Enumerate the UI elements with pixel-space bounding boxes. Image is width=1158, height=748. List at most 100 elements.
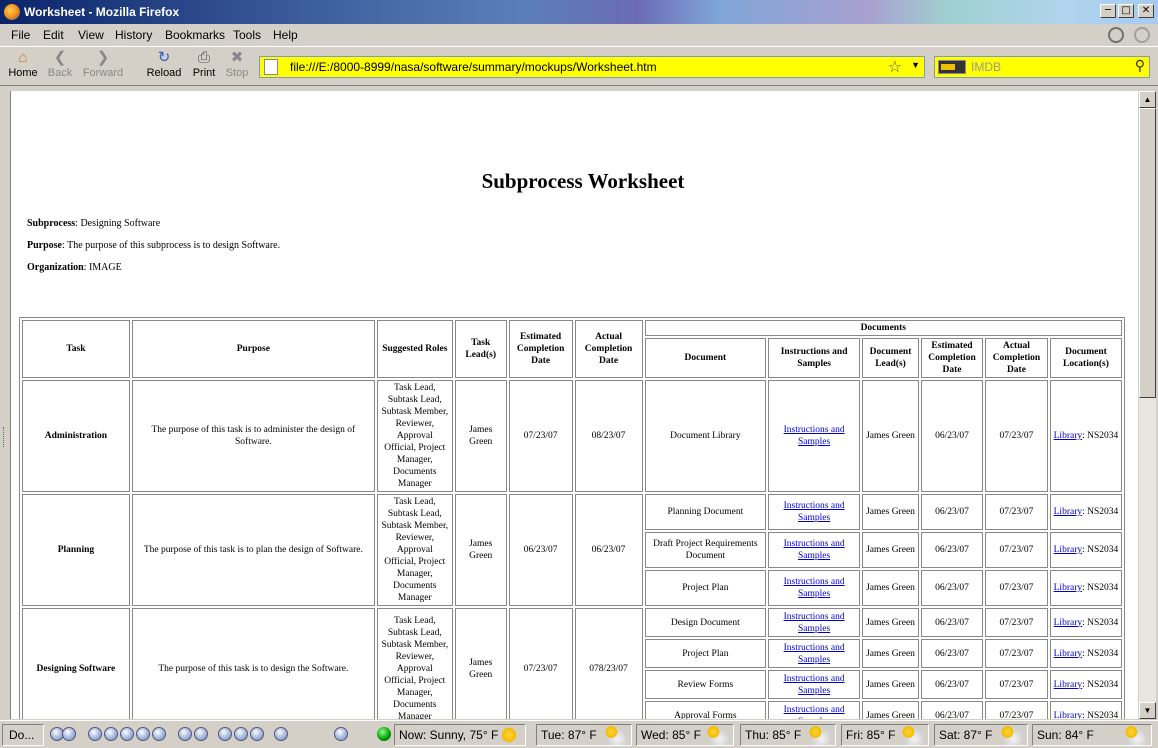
back-arrow-icon: ❮ <box>53 49 67 66</box>
weather-forecast-3[interactable]: Thu: 85° F <box>740 724 836 746</box>
search-magnifier-icon[interactable]: ⚲ <box>1135 58 1145 74</box>
instructions-link[interactable]: Instructions and Samples <box>784 612 845 634</box>
media-play-icon[interactable] <box>104 727 118 741</box>
instructions-link[interactable]: Instructions and Samples <box>784 643 845 665</box>
weather-forecast-1[interactable]: Tue: 87° F <box>536 724 632 746</box>
scroll-down-icon[interactable]: ▼ <box>1139 702 1156 719</box>
table-row: Designing Software The purpose of this ta… <box>22 608 1122 719</box>
library-link[interactable]: Library <box>1054 545 1083 555</box>
weather-label: Tue: 87° F <box>541 728 597 742</box>
menu-help[interactable]: Help <box>273 28 298 42</box>
weather-forecast-0[interactable]: Now: Sunny, 75° F <box>394 724 526 746</box>
instructions-link[interactable]: Instructions and Samples <box>784 705 845 720</box>
document-name-cell: Document Library <box>644 380 767 492</box>
weather-forecast-4[interactable]: Fri: 85° F <box>841 724 929 746</box>
document-location-cell: Library: NS2034 <box>1049 701 1122 720</box>
estimated-date-cell: 07/23/07 <box>508 608 573 719</box>
library-link[interactable]: Library <box>1054 618 1083 628</box>
header-documents: Documents <box>644 320 1122 336</box>
reload-button[interactable]: ↻ Reload <box>146 49 182 79</box>
menu-tools[interactable]: Tools <box>233 28 261 42</box>
scroll-thumb[interactable] <box>1139 108 1156 398</box>
menu-view[interactable]: View <box>78 28 104 42</box>
menu-bookmarks[interactable]: Bookmarks <box>165 28 225 42</box>
instructions-link[interactable]: Instructions and Samples <box>784 577 845 599</box>
task-cell: Planning <box>22 494 130 606</box>
close-button[interactable]: ✕ <box>1138 4 1154 18</box>
media-forward-icon[interactable] <box>152 727 166 741</box>
firefox-icon <box>4 4 20 20</box>
media-music-icon[interactable] <box>62 727 76 741</box>
sidebar-grip[interactable] <box>3 427 7 447</box>
library-link[interactable]: Library <box>1054 431 1083 441</box>
minimize-button[interactable]: ─ <box>1100 4 1116 18</box>
estimated-date-cell: 06/23/07 <box>508 494 573 606</box>
media-stop-icon[interactable] <box>136 727 150 741</box>
document-location-cell: Library: NS2034 <box>1049 608 1122 637</box>
media-pause-icon[interactable] <box>120 727 134 741</box>
media-up-icon[interactable] <box>234 727 248 741</box>
media-eject-icon[interactable] <box>218 727 232 741</box>
vertical-scrollbar[interactable]: ▲ ▼ <box>1139 91 1156 719</box>
weather-label: Thu: 85° F <box>745 728 802 742</box>
menu-history[interactable]: History <box>115 28 152 42</box>
document-actual-cell: 07/23/07 <box>984 670 1048 699</box>
network-status-icon[interactable] <box>377 727 391 741</box>
url-bar[interactable]: file:///E:/8000-8999/nasa/software/summa… <box>259 56 925 78</box>
menu-file[interactable]: File <box>11 28 30 42</box>
url-text[interactable]: file:///E:/8000-8999/nasa/software/summa… <box>290 60 657 74</box>
menu-edit[interactable]: Edit <box>43 28 64 42</box>
document-location-cell: Library: NS2034 <box>1049 532 1122 568</box>
document-name-cell: Design Document <box>644 608 767 637</box>
document-name-cell: Approval Forms <box>644 701 767 719</box>
document-lead-cell: James Green <box>862 532 920 568</box>
home-button[interactable]: ⌂ Home <box>8 49 38 79</box>
instructions-cell: Instructions and Samples <box>768 494 861 530</box>
scroll-up-icon[interactable]: ▲ <box>1139 91 1156 108</box>
actual-date-cell: 08/23/07 <box>574 380 643 492</box>
reload-label: Reload <box>146 67 182 79</box>
document-name-cell: Draft Project Requirements Document <box>644 532 767 568</box>
location-code: : NS2034 <box>1082 679 1119 690</box>
library-link[interactable]: Library <box>1054 649 1083 659</box>
search-placeholder[interactable]: IMDB <box>971 60 1001 74</box>
instructions-link[interactable]: Instructions and Samples <box>784 674 845 696</box>
document-location-cell: Library: NS2034 <box>1049 570 1122 606</box>
media-close-icon[interactable] <box>334 727 348 741</box>
status-orb-icon[interactable] <box>1108 27 1124 43</box>
library-link[interactable]: Library <box>1054 507 1083 517</box>
table-row: Planning The purpose of this task is to p… <box>22 494 1122 606</box>
media-rewind-icon[interactable] <box>88 727 102 741</box>
instructions-link[interactable]: Instructions and Samples <box>784 425 845 447</box>
weather-forecast-5[interactable]: Sat: 87° F <box>934 724 1028 746</box>
weather-forecast-2[interactable]: Wed: 85° F <box>636 724 734 746</box>
library-link[interactable]: Library <box>1054 711 1083 720</box>
search-box[interactable]: IMDB ⚲ <box>934 56 1150 78</box>
instructions-link[interactable]: Instructions and Samples <box>784 501 845 523</box>
library-link[interactable]: Library <box>1054 583 1083 593</box>
header-purpose: Purpose <box>131 320 375 378</box>
stop-x-icon: ✖ <box>230 49 244 66</box>
instructions-cell: Instructions and Samples <box>768 639 861 668</box>
instructions-link[interactable]: Instructions and Samples <box>784 539 845 561</box>
document-location-cell: Library: NS2034 <box>1049 494 1122 530</box>
volume-icon[interactable] <box>274 727 288 741</box>
url-dropdown-icon[interactable]: ▼ <box>911 60 920 70</box>
bookmark-star-icon[interactable]: ☆ <box>888 57 902 76</box>
instructions-cell: Instructions and Samples <box>768 380 861 492</box>
media-repeat-icon[interactable] <box>194 727 208 741</box>
document-estimated-cell: 06/23/07 <box>921 670 983 699</box>
media-down-icon[interactable] <box>250 727 264 741</box>
document-lead-cell: James Green <box>862 670 920 699</box>
maximize-button[interactable]: □ <box>1118 4 1134 18</box>
print-button[interactable]: ⎙ Print <box>190 49 218 79</box>
library-link[interactable]: Library <box>1054 680 1083 690</box>
forward-button[interactable]: ❯ Forward <box>81 49 125 79</box>
media-shuffle-icon[interactable] <box>178 727 192 741</box>
back-button[interactable]: ❮ Back <box>46 49 74 79</box>
stop-button[interactable]: ✖ Stop <box>224 49 250 79</box>
search-engine-icon[interactable] <box>938 60 966 74</box>
weather-forecast-6[interactable]: Sun: 84° F <box>1032 724 1152 746</box>
estimated-date-cell: 07/23/07 <box>508 380 573 492</box>
header-document-leads: Document Lead(s) <box>862 338 920 378</box>
